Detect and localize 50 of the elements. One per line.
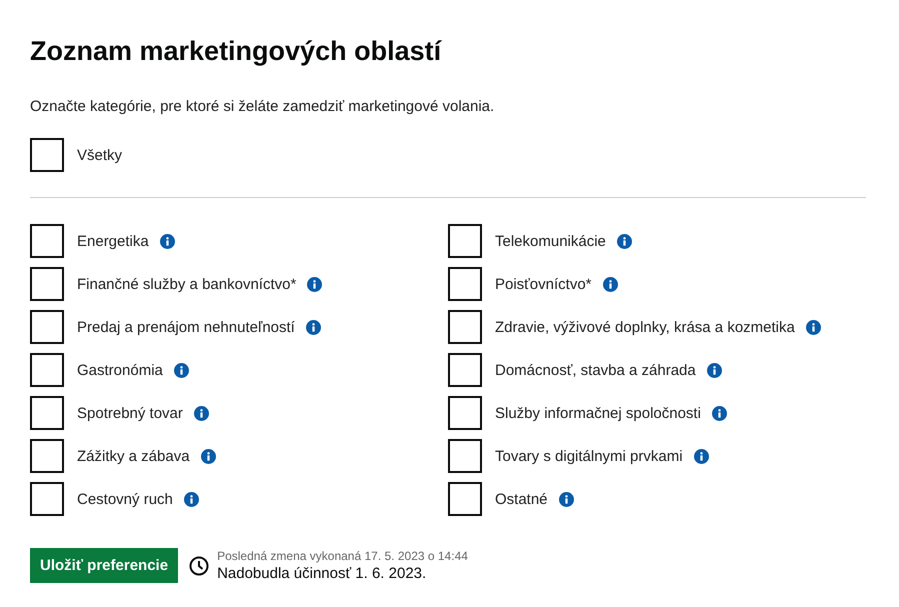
checkbox-label: Všetky	[77, 146, 122, 164]
checkbox[interactable]	[30, 439, 64, 473]
checkbox[interactable]	[30, 267, 64, 301]
checkbox[interactable]	[448, 439, 482, 473]
info-icon[interactable]	[706, 362, 722, 378]
checkbox[interactable]	[448, 224, 482, 258]
checkbox-label: Cestovný ruch	[77, 490, 173, 508]
info-icon[interactable]	[616, 234, 632, 248]
checkbox[interactable]	[448, 267, 482, 301]
checkbox[interactable]	[30, 353, 64, 387]
info-icon[interactable]	[160, 234, 175, 248]
checkbox-label: Spotrebný tovar	[77, 404, 183, 422]
last-change-text: Posledná zmena vykonaná 17. 5. 2023 o 14:44	[217, 548, 468, 564]
effective-date-text: Nadobudla účinnosť 1. 6. 2023.	[217, 564, 428, 582]
checkbox-label: Predaj a prenájom nehnuteľností	[77, 318, 295, 336]
info-icon[interactable]	[174, 362, 189, 378]
checkbox-label: Tovary s digitálnymi prvkami	[495, 448, 683, 464]
info-icon[interactable]	[806, 320, 821, 334]
checkbox-label: Energetika	[77, 232, 149, 250]
save-button[interactable]: Uložiť preferencie	[30, 548, 178, 583]
info-icon[interactable]	[694, 448, 709, 464]
checkbox-label: Domácnosť, stavba a záhrada	[495, 362, 696, 378]
info-icon[interactable]	[306, 320, 321, 334]
description-text: Označte kategórie, pre ktoré si želáte zamedziť marketingové volania.	[30, 97, 496, 117]
info-icon[interactable]	[712, 406, 727, 420]
checkbox[interactable]	[30, 224, 64, 258]
info-icon[interactable]	[307, 276, 322, 292]
checkbox[interactable]	[448, 353, 482, 387]
checkbox[interactable]	[30, 482, 64, 516]
info-icon[interactable]	[558, 492, 574, 506]
page-title: Zoznam marketingových oblastí	[30, 35, 443, 68]
info-icon[interactable]	[194, 406, 209, 420]
checkbox-label: Zdravie, výživové doplnky, krása a kozmetika	[495, 318, 795, 336]
checkbox-label: Gastronómia	[77, 362, 163, 378]
checkbox[interactable]	[30, 138, 64, 172]
checkbox[interactable]	[448, 482, 482, 516]
checkbox-label: Telekomunikácie	[495, 232, 606, 250]
checkbox-label: Zážitky a zábava	[77, 448, 190, 464]
checkbox-label: Ostatné	[495, 490, 548, 508]
checkbox-label: Poisťovníctvo*	[495, 276, 592, 292]
info-icon[interactable]	[184, 492, 199, 506]
checkbox[interactable]	[30, 396, 64, 430]
info-icon[interactable]	[602, 276, 618, 292]
info-icon[interactable]	[200, 448, 216, 464]
checkbox-label: Finančné služby a bankovníctvo*	[77, 276, 296, 292]
clock-icon	[189, 556, 210, 576]
checkbox[interactable]	[30, 310, 64, 344]
checkbox[interactable]	[448, 396, 482, 430]
checkbox-label: Služby informačnej spoločnosti	[495, 404, 701, 422]
checkbox[interactable]	[448, 310, 482, 344]
